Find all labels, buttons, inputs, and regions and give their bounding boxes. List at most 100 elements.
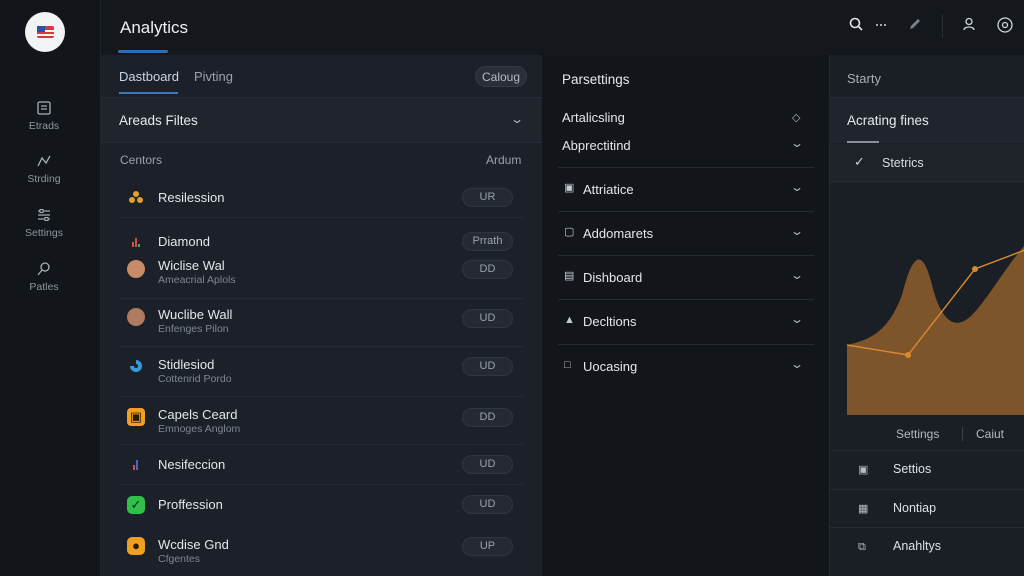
cluster-icon: [127, 189, 145, 207]
table-row[interactable]: Diamond Prrath: [119, 229, 524, 257]
more-icon[interactable]: [871, 16, 891, 36]
row-action-button[interactable]: DD: [462, 260, 513, 279]
rail-label: Etrads: [28, 120, 60, 132]
section-title: Acrating fines: [847, 113, 929, 128]
row-action-button[interactable]: UD: [462, 357, 513, 376]
filters-title: Areads Filtes: [119, 113, 198, 128]
rail-item-etrads[interactable]: Etrads: [0, 100, 88, 132]
side-menu-item[interactable]: ⧉ Anahltys: [830, 527, 1024, 565]
search-icon[interactable]: [846, 16, 866, 36]
user-icon[interactable]: [959, 16, 979, 36]
chevron-down-icon[interactable]: ⌄: [510, 112, 524, 126]
chevron-down-icon[interactable]: ⌄: [790, 357, 804, 371]
option-label: Stetrics: [882, 156, 924, 170]
logo[interactable]: [25, 12, 65, 52]
accordion-row-uocasing[interactable]: □ Uocasing ⌄: [558, 344, 814, 388]
row-name: Stidlesiod: [158, 357, 215, 372]
table-row[interactable]: ● Wcdise Gnd Cfgentes UP: [119, 525, 524, 573]
accordion-label: Attriatice: [583, 182, 634, 197]
copy-icon: ⧉: [858, 541, 866, 553]
setting-item[interactable]: Abprectitind: [562, 138, 631, 153]
filters-header[interactable]: Areads Filtes ⌄: [101, 97, 542, 143]
top-bar: Analytics: [101, 0, 1024, 55]
side-menu-item[interactable]: ▦ Nontiap: [830, 489, 1024, 527]
chevron-down-icon[interactable]: ⌄: [790, 268, 804, 282]
section-underline: [847, 141, 879, 143]
column-header-ardum[interactable]: Ardum: [486, 153, 521, 167]
rail-item-strding[interactable]: Strding: [0, 153, 88, 185]
row-name: Nesifeccion: [158, 457, 226, 472]
accordion-row-addomarets[interactable]: ▢ Addomarets ⌄: [558, 211, 814, 255]
filters-panel: Dastboard Pivting Caloug Areads Filtes ⌄…: [101, 55, 542, 576]
row-name: Resilession: [158, 190, 225, 205]
rail-label: Settings: [25, 227, 63, 239]
accordion-row-attriatice[interactable]: ▣ Attriatice ⌄: [558, 167, 814, 211]
edit-icon[interactable]: [905, 16, 925, 36]
row-action-button[interactable]: UD: [462, 309, 513, 328]
checked-option[interactable]: ✓ Stetrics: [830, 144, 1024, 182]
table-row[interactable]: ✓ Proffession UD: [119, 485, 524, 525]
accordion-label: Decltions: [583, 314, 637, 329]
table-row[interactable]: Wiclise Wal Ameacrial Aplols DD: [119, 257, 524, 299]
accordion-row-dishboard[interactable]: ▤ Dishboard ⌄: [558, 255, 814, 299]
row-action-button[interactable]: DD: [462, 408, 513, 427]
row-subtitle: Ameacrial Aplols: [158, 274, 236, 286]
table-row[interactable]: Wuclibe Wall Enfenges Pilon UD: [119, 299, 524, 347]
analytics-side-panel: Starty Acrating fines ✓ Stetrics Setting…: [829, 55, 1024, 576]
divider: [962, 427, 963, 441]
chevron-down-icon[interactable]: ⌄: [790, 224, 804, 238]
bar-chart-icon: [127, 233, 145, 251]
chart-area: [847, 246, 1024, 415]
row-subtitle: Enfenges Pilon: [158, 323, 229, 335]
menu-label: Nontiap: [893, 501, 937, 515]
tab-pivting[interactable]: Pivting: [194, 69, 233, 84]
accordion-label: Addomarets: [583, 226, 654, 241]
chart-point[interactable]: [905, 352, 911, 358]
area-chart: [847, 246, 1024, 415]
tab-bar: Dastboard Pivting Caloug: [101, 55, 542, 97]
bar-chart-icon: [127, 456, 145, 474]
panel-title: Parsettings: [562, 72, 630, 87]
row-action-button[interactable]: UD: [462, 455, 513, 474]
section-header[interactable]: Acrating fines: [830, 97, 1024, 143]
row-name: Capels Ceard: [158, 407, 238, 422]
row-name: Diamond: [158, 234, 211, 249]
table-row[interactable]: Nesifeccion UD: [119, 445, 524, 485]
row-action-button[interactable]: UR: [462, 188, 513, 207]
row-action-button[interactable]: Prrath: [462, 232, 513, 251]
row-name: Proffession: [158, 497, 223, 512]
chart-point[interactable]: [972, 266, 978, 272]
side-menu-item[interactable]: ▣ Settios: [830, 450, 1024, 488]
file-icon: □: [564, 359, 571, 371]
accordion-row-decltions[interactable]: ▲ Decltions ⌄: [558, 299, 814, 343]
tab-dashboard[interactable]: Dastboard: [119, 69, 179, 84]
settings-icon[interactable]: [995, 16, 1015, 36]
rail-item-patles[interactable]: Patles: [0, 261, 88, 293]
diamond-icon[interactable]: ◇: [792, 111, 800, 124]
chevron-down-icon[interactable]: ⌄: [790, 180, 804, 194]
check-icon: ✓: [127, 496, 145, 514]
table-row[interactable]: Resilession UR: [119, 178, 524, 218]
setting-item[interactable]: Artalicsling: [562, 110, 625, 125]
lock-icon: ▲: [564, 314, 575, 326]
footer-caiut-link[interactable]: Caiut: [976, 427, 1004, 441]
badge-icon: ●: [127, 537, 145, 555]
row-subtitle: Cottenrid Pordo: [158, 373, 232, 385]
row-action-button[interactable]: UD: [462, 495, 513, 514]
chevron-down-icon[interactable]: ⌄: [790, 312, 804, 326]
menu-label: Anahltys: [893, 539, 941, 553]
row-action-button[interactable]: UP: [462, 537, 513, 556]
caloug-button[interactable]: Caloug: [475, 66, 527, 87]
accordion-label: Dishboard: [583, 270, 643, 285]
avatar-icon: [127, 308, 145, 326]
footer-settings-link[interactable]: Settings: [896, 427, 939, 441]
table-row[interactable]: ▣ Capels Ceard Emnoges Anglom DD: [119, 397, 524, 445]
row-name: Wiclise Wal: [158, 258, 225, 273]
title-underline: [118, 50, 168, 53]
row-name: Wuclibe Wall: [158, 307, 233, 322]
table-row[interactable]: Stidlesiod Cottenrid Pordo UD: [119, 347, 524, 397]
chevron-down-icon[interactable]: ⌄: [790, 136, 804, 150]
rail-item-settings[interactable]: Settings: [0, 207, 88, 239]
column-header-centors[interactable]: Centors: [120, 153, 162, 167]
document-icon: ▤: [564, 270, 575, 282]
